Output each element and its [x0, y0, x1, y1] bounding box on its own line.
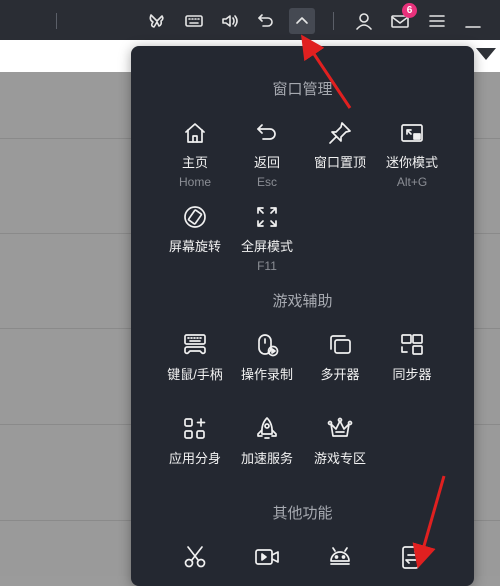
back-icon — [250, 116, 284, 150]
crown-icon — [323, 412, 357, 446]
mini-mode-button[interactable]: 迷你模式 Alt+G — [372, 116, 452, 189]
back-label: 返回 — [253, 155, 280, 170]
keyboard-gamepad-icon — [178, 328, 212, 362]
top-toolbar: 6 — [0, 0, 500, 40]
fullscreen-button[interactable]: 全屏模式 F11 — [227, 200, 307, 273]
android-icon — [323, 540, 357, 574]
user-icon[interactable] — [351, 8, 377, 34]
record-mouse-icon — [250, 328, 284, 362]
divider — [470, 424, 500, 425]
divider — [0, 520, 140, 521]
fullscreen-shortcut: F11 — [257, 259, 277, 273]
accelerate-label: 加速服务 — [240, 451, 293, 466]
divider — [470, 138, 500, 139]
keyboard-icon[interactable] — [181, 8, 207, 34]
transfer-icon — [395, 540, 429, 574]
rocket-icon — [250, 412, 284, 446]
scissors-button[interactable] — [155, 540, 235, 574]
app-clone-button[interactable]: 应用分身 — [155, 412, 235, 467]
fullscreen-label: 全屏模式 — [240, 239, 293, 254]
divider — [470, 520, 500, 521]
toolbar-divider — [56, 13, 57, 29]
undo-icon[interactable] — [253, 8, 279, 34]
divider — [0, 138, 140, 139]
section-title-other: 其他功能 — [272, 505, 333, 522]
grid-plus-icon — [178, 412, 212, 446]
video-icon — [250, 540, 284, 574]
multi-instance-button[interactable]: 多开器 — [300, 328, 380, 383]
game-zone-label: 游戏专区 — [313, 451, 366, 466]
home-shortcut: Home — [178, 175, 211, 189]
video-button[interactable] — [227, 540, 307, 574]
keymap-gamepad-label: 键鼠/手柄 — [167, 367, 223, 382]
screen-rotate-button[interactable]: 屏幕旋转 — [155, 200, 235, 255]
pin-window-button[interactable]: 窗口置顶 — [300, 116, 380, 171]
scissors-icon — [178, 540, 212, 574]
rotate-icon — [178, 200, 212, 234]
divider — [470, 328, 500, 329]
accelerate-button[interactable]: 加速服务 — [227, 412, 307, 467]
switch-transfer-button[interactable] — [372, 540, 452, 574]
menu-icon[interactable] — [424, 8, 450, 34]
minimize-icon[interactable] — [460, 8, 486, 34]
mini-mode-icon — [395, 116, 429, 150]
divider — [0, 328, 140, 329]
chevron-up-icon[interactable] — [289, 8, 315, 34]
home-label: 主页 — [181, 155, 208, 170]
synchronizer-label: 同步器 — [392, 367, 432, 382]
game-zone-button[interactable]: 游戏专区 — [300, 412, 380, 467]
butterfly-icon[interactable] — [144, 8, 170, 34]
multi-window-icon — [323, 328, 357, 362]
screen-rotate-label: 屏幕旋转 — [168, 239, 221, 254]
multi-instance-label: 多开器 — [320, 367, 360, 382]
tools-dropdown-panel: 窗口管理 主页 Home 返回 Esc 窗口置顶 迷你模式 Alt+G 屏幕旋转 — [131, 46, 474, 586]
home-icon — [178, 116, 212, 150]
pin-icon — [323, 116, 357, 150]
divider — [470, 233, 500, 234]
synchronizer-button[interactable]: 同步器 — [372, 328, 452, 383]
mini-mode-shortcut: Alt+G — [396, 175, 428, 189]
section-title-game: 游戏辅助 — [272, 293, 333, 310]
keymap-gamepad-button[interactable]: 键鼠/手柄 — [155, 328, 235, 383]
sync-icon — [395, 328, 429, 362]
back-shortcut: Esc — [256, 175, 277, 189]
fullscreen-icon — [250, 200, 284, 234]
wifi-icon — [476, 48, 496, 60]
record-ops-label: 操作录制 — [240, 367, 293, 382]
volume-icon[interactable] — [217, 8, 243, 34]
back-button[interactable]: 返回 Esc — [227, 116, 307, 189]
notification-badge: 6 — [402, 3, 417, 18]
home-button[interactable]: 主页 Home — [155, 116, 235, 189]
section-title-window: 窗口管理 — [272, 81, 333, 98]
mini-mode-label: 迷你模式 — [385, 155, 438, 170]
divider — [0, 233, 140, 234]
app-clone-label: 应用分身 — [168, 451, 221, 466]
record-ops-button[interactable]: 操作录制 — [227, 328, 307, 383]
android-button[interactable] — [300, 540, 380, 574]
toolbar-divider — [333, 12, 334, 30]
divider — [0, 424, 140, 425]
pin-window-label: 窗口置顶 — [313, 155, 366, 170]
